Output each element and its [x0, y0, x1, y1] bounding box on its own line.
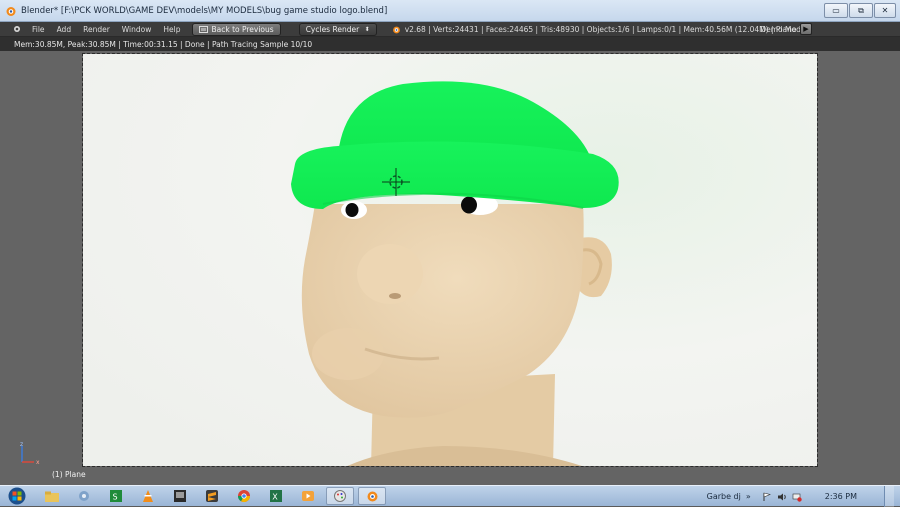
- blender-logo-icon: [392, 26, 400, 33]
- axis-gizmo: z x: [20, 441, 40, 466]
- system-tray: Garbe dj » 2:36 PM: [707, 486, 900, 507]
- taskbar-excel[interactable]: X: [262, 487, 290, 505]
- windows-logo-icon: [8, 487, 26, 505]
- speaker-icon[interactable]: [777, 492, 787, 502]
- vlc-cone-icon: [143, 490, 153, 502]
- render-engine-value: Cycles Render: [305, 24, 360, 34]
- taskbar-video[interactable]: [294, 487, 322, 505]
- render-status-text: Mem:30.85M, Peak:30.85M | Time:00:31.15 …: [14, 39, 313, 49]
- settings-icon: [79, 491, 89, 501]
- video-player-icon: [302, 491, 314, 501]
- taskbar-excel-green[interactable]: S: [102, 487, 130, 505]
- minimize-button[interactable]: ▭: [824, 3, 848, 18]
- taskbar-paint[interactable]: [326, 487, 354, 505]
- editor-type-icon[interactable]: [12, 24, 22, 34]
- windows-taskbar: S X Garbe dj » 2:36 PM: [0, 485, 900, 507]
- tray-expand-chevron[interactable]: »: [746, 492, 751, 501]
- tray-user-label: Garbe dj: [706, 492, 741, 501]
- media-player-icon: [174, 490, 186, 502]
- main-menu: File Add Render Window Help: [26, 22, 186, 37]
- scene-stats: v2.68 | Verts:24431 | Faces:24465 | Tris…: [391, 24, 797, 34]
- clock[interactable]: 2:36 PM: [825, 492, 857, 501]
- updown-arrows-icon: ⬍: [364, 25, 370, 33]
- close-button[interactable]: ✕: [874, 3, 896, 18]
- taskbar-vlc[interactable]: [134, 487, 162, 505]
- blender-app-icon: [6, 6, 16, 16]
- window-title: Blender* [F:\PCK WORLD\GAME DEV\models\M…: [21, 5, 388, 16]
- taskbar-control-panel[interactable]: [70, 487, 98, 505]
- start-button[interactable]: [6, 486, 28, 506]
- axis-z-label: z: [20, 441, 23, 448]
- show-desktop-button[interactable]: [884, 486, 894, 507]
- taskbar-sublime[interactable]: [198, 487, 226, 505]
- svg-text:X: X: [272, 493, 278, 502]
- sublime-text-icon: [206, 490, 218, 502]
- menu-window[interactable]: Window: [116, 25, 158, 34]
- excel-icon: X: [270, 490, 282, 502]
- menu-file[interactable]: File: [26, 25, 51, 34]
- menu-render[interactable]: Render: [77, 25, 116, 34]
- flag-icon[interactable]: [762, 492, 772, 502]
- menu-add[interactable]: Add: [51, 25, 78, 34]
- window-titlebar: Blender* [F:\PCK WORLD\GAME DEV\models\M…: [0, 0, 900, 22]
- svg-text:S: S: [113, 493, 118, 502]
- blender-taskbar-icon: [367, 491, 378, 502]
- menu-help[interactable]: Help: [157, 25, 186, 34]
- taskbar-media[interactable]: [166, 487, 194, 505]
- chrome-icon: [238, 490, 250, 503]
- demo-play-button[interactable]: ▶: [800, 23, 812, 35]
- taskbar-explorer[interactable]: [38, 487, 66, 505]
- axis-x-label: x: [36, 459, 40, 466]
- back-to-previous-label: Back to Previous: [211, 24, 274, 34]
- network-warning-icon[interactable]: [792, 492, 802, 502]
- render-result-frame[interactable]: [82, 53, 818, 467]
- paint-icon: [334, 490, 346, 502]
- window-controls: ▭ ⧉ ✕: [824, 3, 896, 18]
- render-engine-select[interactable]: Cycles Render ⬍: [298, 22, 377, 36]
- restore-button[interactable]: ⧉: [849, 3, 873, 18]
- back-to-previous-button[interactable]: Back to Previous: [192, 22, 281, 36]
- taskbar-chrome[interactable]: [230, 487, 258, 505]
- render-status-bar: Mem:30.85M, Peak:30.85M | Time:00:31.15 …: [0, 37, 900, 51]
- info-header: File Add Render Window Help Back to Prev…: [0, 22, 900, 37]
- folder-icon: [45, 491, 59, 502]
- taskbar-blender[interactable]: [358, 487, 386, 505]
- rendered-image: [83, 54, 817, 466]
- spreadsheet-icon: S: [110, 490, 122, 502]
- screen-icon: [199, 25, 209, 33]
- scene-stats-text: v2.68 | Verts:24431 | Faces:24465 | Tris…: [404, 24, 797, 34]
- object-label: (1) Plane: [52, 470, 86, 479]
